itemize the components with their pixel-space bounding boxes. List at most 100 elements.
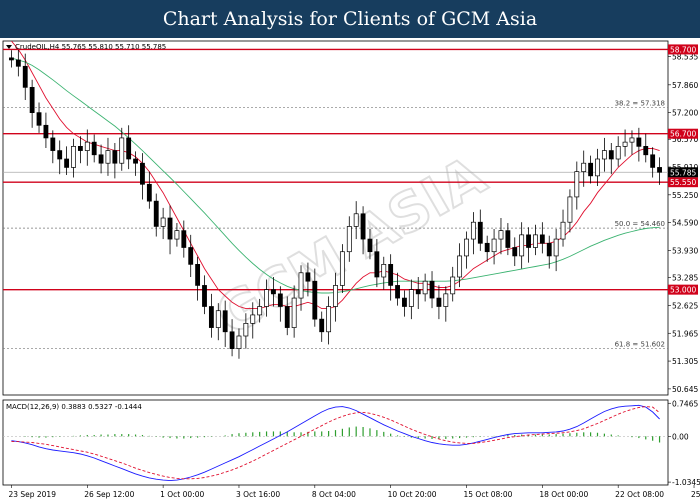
x-tick-label: 8 Oct 04:00 bbox=[312, 490, 356, 499]
candle-body bbox=[277, 293, 283, 307]
candle-body bbox=[533, 234, 538, 248]
macd-title: MACD(12,26,9) 0.3883 0.5327 -0.1444 bbox=[6, 403, 142, 411]
candle-body bbox=[346, 226, 352, 253]
fibonacci-label: 50.0 = 54.460 bbox=[615, 220, 665, 228]
x-tick-label: 23 Sep 2019 bbox=[8, 490, 56, 499]
candle-body bbox=[588, 162, 594, 177]
candle-body bbox=[581, 162, 587, 172]
candle-body bbox=[181, 230, 187, 248]
candle-body bbox=[140, 162, 145, 185]
candle-body bbox=[601, 150, 607, 160]
candle-body bbox=[622, 141, 628, 147]
candle-body bbox=[153, 200, 159, 227]
candle-body bbox=[491, 238, 497, 253]
candle-body bbox=[443, 293, 449, 307]
candle-body bbox=[450, 276, 456, 295]
candle-body bbox=[229, 331, 235, 349]
candle-body bbox=[595, 158, 600, 177]
candle-body bbox=[305, 272, 311, 282]
candle-body bbox=[319, 318, 325, 333]
y-tick-label: 57.860 bbox=[672, 81, 698, 90]
symbol-info: CrudeOIL,H4 55.765 55.810 55.710 55.785 bbox=[6, 43, 166, 51]
candle-body bbox=[29, 87, 35, 113]
candle-body bbox=[105, 150, 111, 164]
fibonacci-label: 38.2 = 57.318 bbox=[615, 100, 665, 108]
candle-body bbox=[650, 154, 656, 168]
candle-body bbox=[484, 242, 490, 253]
macd-y-tick-label: -1.0345 bbox=[672, 478, 700, 487]
candle-body bbox=[160, 217, 166, 227]
level-price-label: 55.550 bbox=[670, 178, 696, 187]
candle-body bbox=[298, 272, 304, 299]
x-tick-label: 18 Oct 00:00 bbox=[539, 490, 588, 499]
candle-body bbox=[284, 306, 290, 328]
y-tick-label: 51.305 bbox=[672, 357, 698, 366]
candle-body bbox=[98, 154, 104, 164]
candle-body bbox=[367, 238, 373, 253]
candle-body bbox=[250, 314, 256, 324]
y-tick-label: 55.250 bbox=[672, 191, 698, 200]
candle-body bbox=[146, 183, 152, 202]
candle-body bbox=[333, 285, 338, 307]
candle-body bbox=[208, 306, 214, 328]
candle-body bbox=[119, 137, 125, 164]
candle-body bbox=[57, 150, 63, 160]
x-tick-label: 15 Oct 08:00 bbox=[464, 490, 513, 499]
level-price-label: 58.700 bbox=[670, 45, 696, 54]
candle-body bbox=[264, 289, 269, 307]
candle-body bbox=[615, 146, 621, 160]
candle-body bbox=[429, 280, 435, 299]
candle-body bbox=[374, 251, 380, 278]
x-tick-label: 22 Oct 08:00 bbox=[615, 490, 664, 499]
candle-body bbox=[464, 238, 469, 257]
candle-body bbox=[215, 310, 221, 328]
candle-body bbox=[91, 141, 97, 156]
candle-body bbox=[539, 234, 545, 244]
x-tick-label: 10 Oct 20:00 bbox=[388, 490, 437, 499]
candle-body bbox=[477, 221, 483, 244]
candle-body bbox=[505, 230, 511, 248]
candle-body bbox=[257, 306, 263, 316]
y-tick-label: 53.930 bbox=[672, 246, 698, 255]
candle-body bbox=[353, 213, 359, 227]
candle-body bbox=[188, 247, 194, 265]
candle-body bbox=[9, 57, 14, 61]
candle-body bbox=[202, 285, 207, 307]
candle-body bbox=[236, 335, 242, 349]
candle-body bbox=[608, 150, 614, 160]
candle-body bbox=[84, 141, 90, 151]
candle-body bbox=[512, 247, 518, 257]
candle-body bbox=[126, 137, 132, 160]
candle-body bbox=[360, 213, 366, 240]
x-tick-label: 26 Sep 12:00 bbox=[84, 490, 134, 499]
macd-panel bbox=[2, 399, 669, 486]
candle-body bbox=[574, 171, 580, 198]
candle-body bbox=[271, 289, 276, 295]
x-tick-label: 1 Oct 00:00 bbox=[160, 490, 204, 499]
candle-body bbox=[36, 112, 42, 126]
candle-body bbox=[195, 264, 201, 286]
y-tick-label: 51.965 bbox=[672, 329, 698, 338]
candle-body bbox=[436, 297, 442, 307]
x-tick-label: 25 Oct 00:00 bbox=[691, 490, 700, 499]
candle-body bbox=[291, 297, 297, 328]
candle-body bbox=[636, 137, 642, 147]
macd-y-tick-label: 0.7465 bbox=[672, 399, 698, 408]
macd-y-tick-label: 0.00 bbox=[672, 432, 689, 441]
candle-body bbox=[243, 323, 249, 337]
level-price-label: 53.000 bbox=[670, 286, 696, 295]
candle-body bbox=[657, 167, 662, 173]
candle-body bbox=[112, 150, 118, 164]
candle-body bbox=[339, 251, 345, 286]
candle-body bbox=[560, 221, 566, 240]
candle-body bbox=[15, 59, 21, 67]
candle-body bbox=[470, 221, 476, 240]
candle-body bbox=[546, 242, 552, 257]
candle-body bbox=[22, 65, 28, 88]
candle-body bbox=[553, 238, 559, 257]
y-tick-label: 52.625 bbox=[672, 301, 698, 310]
y-tick-label: 54.590 bbox=[672, 219, 698, 228]
candle-body bbox=[408, 289, 414, 307]
candle-body bbox=[526, 234, 531, 248]
candle-body bbox=[312, 280, 318, 320]
